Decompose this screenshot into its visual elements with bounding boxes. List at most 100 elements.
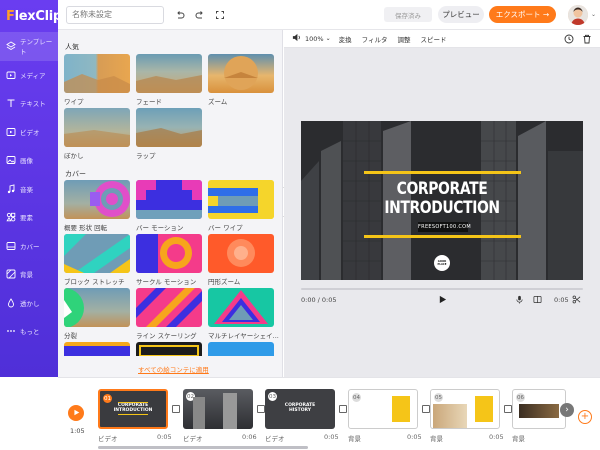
clock-icon[interactable] bbox=[564, 34, 574, 46]
transition-zoom[interactable] bbox=[208, 54, 274, 93]
sidebar-item-label: テキスト bbox=[20, 100, 46, 109]
sidebar-item-label: 要素 bbox=[20, 214, 33, 223]
sidebar-item-templates[interactable]: テンプレート bbox=[0, 32, 58, 61]
export-button[interactable]: エクスポート → bbox=[489, 6, 556, 23]
transition-wrap[interactable] bbox=[136, 108, 202, 147]
transition-marker[interactable] bbox=[172, 405, 180, 413]
layers-icon bbox=[6, 41, 16, 51]
playback-progress[interactable] bbox=[301, 288, 583, 290]
logo-f: F bbox=[6, 8, 15, 24]
video-site-label: FREESOFT100.COM bbox=[418, 222, 471, 232]
sidebar-item-media[interactable]: メディア bbox=[0, 61, 58, 90]
cover-circle-motion[interactable] bbox=[136, 234, 202, 273]
timeline-clip-1[interactable]: 01 CORPORATE INTRODUCTION bbox=[98, 389, 168, 429]
volume-icon[interactable] bbox=[292, 33, 301, 44]
sidebar-item-image[interactable]: 画像 bbox=[0, 146, 58, 175]
clip-thumb-photo bbox=[433, 404, 467, 428]
video-title-line2: INTRODUCTION bbox=[384, 198, 500, 218]
adjust-button[interactable]: 調整 bbox=[398, 34, 411, 44]
sidebar-item-video[interactable]: ビデオ bbox=[0, 118, 58, 147]
scissors-icon[interactable] bbox=[572, 295, 581, 306]
saved-status: 保存済み bbox=[384, 7, 432, 22]
transition-label: フェード bbox=[136, 98, 162, 106]
timeline-total-duration: 1:05 bbox=[70, 427, 85, 435]
cover-label: バー モーション bbox=[136, 224, 184, 232]
video-preview[interactable]: CORPORATE INTRODUCTION FREESOFT100.COM G… bbox=[301, 121, 583, 280]
cover-circle-zoom[interactable] bbox=[208, 234, 274, 273]
chevron-down-icon[interactable]: ⌄ bbox=[591, 11, 596, 18]
speed-button[interactable]: スピード bbox=[421, 34, 447, 44]
media-folder-icon bbox=[6, 70, 16, 80]
cover-split[interactable] bbox=[64, 288, 130, 327]
clip-number: 03 bbox=[268, 392, 277, 401]
transform-button[interactable]: 変換 bbox=[339, 34, 352, 44]
transition-label: ラップ bbox=[136, 152, 156, 160]
canvas-toolbar: 100% ⌄ 変換 フィルタ 調整 スピード bbox=[284, 30, 600, 48]
timeline-play-button[interactable] bbox=[68, 405, 84, 421]
cover-icon bbox=[6, 241, 16, 251]
timeline-clip-2[interactable]: 02 bbox=[183, 389, 253, 429]
cover-shape-rotate[interactable] bbox=[64, 180, 130, 219]
sidebar-item-cover[interactable]: カバー bbox=[0, 232, 58, 261]
transition-wipe[interactable] bbox=[64, 54, 130, 93]
timeline-clip-3[interactable]: 03 CORPORATE HISTORY bbox=[265, 389, 335, 429]
cover-bar-wipe[interactable] bbox=[208, 180, 274, 219]
cover-thumb-partial[interactable] bbox=[64, 342, 130, 356]
cover-bar-motion[interactable] bbox=[136, 180, 202, 219]
clip-thumb-title: CORPORATE HISTORY bbox=[265, 403, 335, 413]
timeline-clip-5[interactable]: 05 bbox=[430, 389, 500, 429]
sidebar-item-watermark[interactable]: 透かし bbox=[0, 289, 58, 318]
sidebar-item-more[interactable]: もっと bbox=[0, 317, 58, 346]
preview-button[interactable]: プレビュー bbox=[438, 6, 484, 23]
cover-thumb-partial[interactable] bbox=[208, 342, 274, 356]
transition-marker[interactable] bbox=[257, 405, 265, 413]
split-icon[interactable] bbox=[533, 295, 542, 306]
play-icon[interactable] bbox=[438, 295, 447, 306]
flexclip-logo[interactable]: FlexClip bbox=[0, 0, 62, 32]
zoom-dropdown-icon[interactable]: ⌄ bbox=[326, 35, 331, 42]
clip-number: 04 bbox=[352, 393, 361, 402]
timeline-scroll-right-button[interactable]: › bbox=[560, 403, 574, 417]
timeline-clip-6[interactable]: 06 bbox=[512, 389, 566, 429]
transition-label: ズーム bbox=[208, 98, 228, 106]
sidebar-item-music[interactable]: 音楽 bbox=[0, 175, 58, 204]
sidebar-item-text[interactable]: テキスト bbox=[0, 89, 58, 118]
background-icon bbox=[6, 269, 16, 279]
timeline-clip-4[interactable]: 04 bbox=[348, 389, 418, 429]
avatar[interactable] bbox=[568, 5, 588, 25]
transition-marker[interactable] bbox=[504, 405, 512, 413]
timeline-scrollbar[interactable] bbox=[98, 446, 308, 449]
cover-label: ライン スケーリング bbox=[136, 332, 197, 340]
video-icon bbox=[6, 127, 16, 137]
cover-line-scaling[interactable] bbox=[136, 288, 202, 327]
cover-multilayer-shape[interactable] bbox=[208, 288, 274, 327]
fullscreen-icon[interactable] bbox=[212, 7, 228, 23]
clip-number: 05 bbox=[434, 393, 443, 402]
clip-duration: 0:05 bbox=[554, 296, 569, 304]
plus-icon: + bbox=[580, 411, 590, 422]
transition-marker[interactable] bbox=[422, 405, 430, 413]
filter-button[interactable]: フィルタ bbox=[362, 34, 388, 44]
cover-block-stretch[interactable] bbox=[64, 234, 130, 273]
sidebar-item-elements[interactable]: 要素 bbox=[0, 203, 58, 232]
section-title-cover: カバー bbox=[65, 170, 86, 178]
undo-icon[interactable] bbox=[172, 7, 188, 23]
playback-time: 0:00 / 0:05 bbox=[301, 296, 337, 304]
transitions-panel: 人気 ワイプ フェード ズーム ぼかし ラップ カバー 概要 形状 回転 バー … bbox=[58, 30, 283, 377]
add-clip-button[interactable]: + bbox=[578, 410, 592, 424]
sidebar-item-label: テンプレート bbox=[20, 38, 53, 57]
transition-fade[interactable] bbox=[136, 54, 202, 93]
clip-duration: 0:06 bbox=[242, 433, 257, 441]
redo-icon[interactable] bbox=[192, 7, 208, 23]
zoom-level[interactable]: 100% bbox=[305, 35, 324, 43]
cover-thumb-partial[interactable] bbox=[136, 342, 202, 356]
sidebar-item-background[interactable]: 背景 bbox=[0, 260, 58, 289]
transition-blur[interactable] bbox=[64, 108, 130, 147]
clip-thumb-block bbox=[475, 396, 493, 422]
trash-icon[interactable] bbox=[582, 34, 592, 46]
apply-to-all-link[interactable]: すべての絵コンテに適用 bbox=[138, 364, 209, 374]
microphone-icon[interactable] bbox=[515, 295, 524, 306]
canvas-area: 100% ⌄ 変換 フィルタ 調整 スピード CORPORATE INTRODU… bbox=[284, 30, 600, 377]
project-name-input[interactable] bbox=[66, 5, 164, 24]
transition-marker[interactable] bbox=[339, 405, 347, 413]
